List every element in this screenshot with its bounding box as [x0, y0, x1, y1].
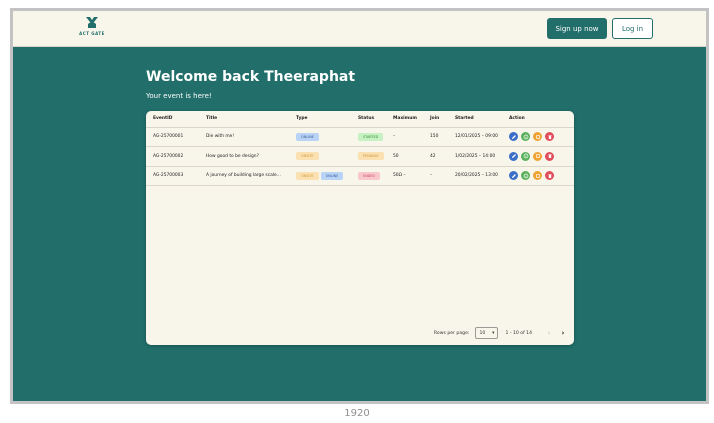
edit-icon[interactable]	[509, 151, 518, 161]
cell-started: 20/02/2025 – 13:00	[448, 166, 502, 186]
edit-icon[interactable]	[509, 171, 518, 180]
signup-button[interactable]: Sign up now	[547, 18, 607, 39]
table-row[interactable]: AG-25700002 How good to be design? ONSIT…	[146, 146, 574, 167]
rows-per-page-value: 10	[479, 330, 486, 336]
cell-eventid: AG-25700003	[146, 166, 199, 186]
type-badge: ONSITE	[296, 171, 319, 180]
cell-started: 1/02/2025 – 14:00	[448, 146, 502, 167]
cell-join: 42	[423, 146, 448, 167]
delete-icon[interactable]	[545, 151, 554, 161]
status-badge: ENDED	[358, 171, 381, 180]
column-header-maximum: Maximum	[386, 111, 423, 128]
cell-eventid: AG-25700001	[146, 127, 199, 147]
cell-maximum: 50	[386, 146, 423, 167]
column-header-eventid: EventID	[146, 111, 199, 128]
logo-text: ACT GATE	[79, 31, 105, 36]
pagination-range: 1 - 10 of 14	[505, 330, 532, 336]
cell-actions	[502, 166, 574, 186]
duplicate-icon[interactable]	[533, 171, 542, 180]
cell-actions	[502, 127, 574, 147]
type-badge: ONLINE	[320, 171, 344, 180]
act-gate-logo-icon	[86, 17, 98, 28]
type-badge: ONSITE	[296, 152, 319, 161]
table-row[interactable]: AG-25700001 Die with me! ONLINE STARTED …	[146, 127, 574, 147]
column-header-started: Started	[448, 111, 502, 128]
cell-actions	[502, 146, 574, 167]
delete-icon[interactable]	[545, 171, 554, 180]
cell-status: STARTED	[351, 127, 386, 147]
duplicate-icon[interactable]	[533, 151, 542, 161]
cell-join: –	[423, 166, 448, 186]
column-header-join: Join	[423, 111, 448, 128]
edit-icon[interactable]	[509, 132, 518, 141]
cell-join: 150	[423, 127, 448, 147]
login-button[interactable]: Log in	[612, 18, 653, 39]
logo[interactable]: ACT GATE	[72, 16, 112, 42]
welcome-subtitle: Your event is here!	[146, 92, 212, 100]
events-table: EventID Title Type Status Maximum Join S…	[146, 111, 574, 186]
info-icon[interactable]	[521, 132, 530, 141]
chevron-down-icon: ▾	[492, 330, 495, 336]
cell-title: A journey of building large scale...	[199, 166, 289, 186]
rows-per-page-label: Rows per page:	[433, 330, 470, 336]
column-header-title: Title	[199, 111, 289, 128]
info-icon[interactable]	[521, 171, 530, 180]
cell-status: ENDED	[351, 166, 386, 186]
cell-title: Die with me!	[199, 127, 289, 147]
previous-page-icon[interactable]: ‹	[544, 328, 554, 338]
browser-frame: ACT GATE Sign up now Log in Welcome back…	[10, 8, 709, 404]
column-header-type: Type	[289, 111, 351, 128]
status-badge: PENDING	[358, 152, 384, 161]
cell-type: ONSITE	[289, 146, 351, 167]
top-navbar: ACT GATE Sign up now Log in	[13, 11, 706, 47]
cell-status: PENDING	[351, 146, 386, 167]
cell-type: ONSITE ONLINE	[289, 166, 351, 186]
cell-title: How good to be design?	[199, 146, 289, 167]
cell-maximum: 50Ω –	[386, 166, 423, 186]
next-page-icon[interactable]: ›	[558, 328, 568, 338]
viewport-width-caption: 1920	[344, 408, 370, 419]
rows-per-page-select[interactable]: 10 ▾	[475, 327, 499, 339]
pagination: Rows per page: 10 ▾ 1 - 10 of 14 ‹ ›	[434, 327, 568, 339]
welcome-heading: Welcome back Theeraphat	[146, 69, 356, 85]
table-row[interactable]: AG-25700003 A journey of building large …	[146, 166, 574, 186]
cell-type: ONLINE	[289, 127, 351, 147]
table-header-row: EventID Title Type Status Maximum Join S…	[146, 111, 574, 128]
type-badge: ONLINE	[296, 132, 319, 141]
column-header-action: Action	[502, 111, 574, 128]
delete-icon[interactable]	[545, 132, 554, 141]
column-header-status: Status	[351, 111, 386, 128]
cell-eventid: AG-25700002	[146, 146, 199, 167]
cell-started: 12/01/2025 – 09:00	[448, 127, 502, 147]
info-icon[interactable]	[521, 151, 530, 161]
events-table-card: EventID Title Type Status Maximum Join S…	[146, 111, 574, 345]
cell-maximum: –	[386, 127, 423, 147]
duplicate-icon[interactable]	[533, 132, 542, 141]
status-badge: STARTED	[358, 132, 384, 141]
